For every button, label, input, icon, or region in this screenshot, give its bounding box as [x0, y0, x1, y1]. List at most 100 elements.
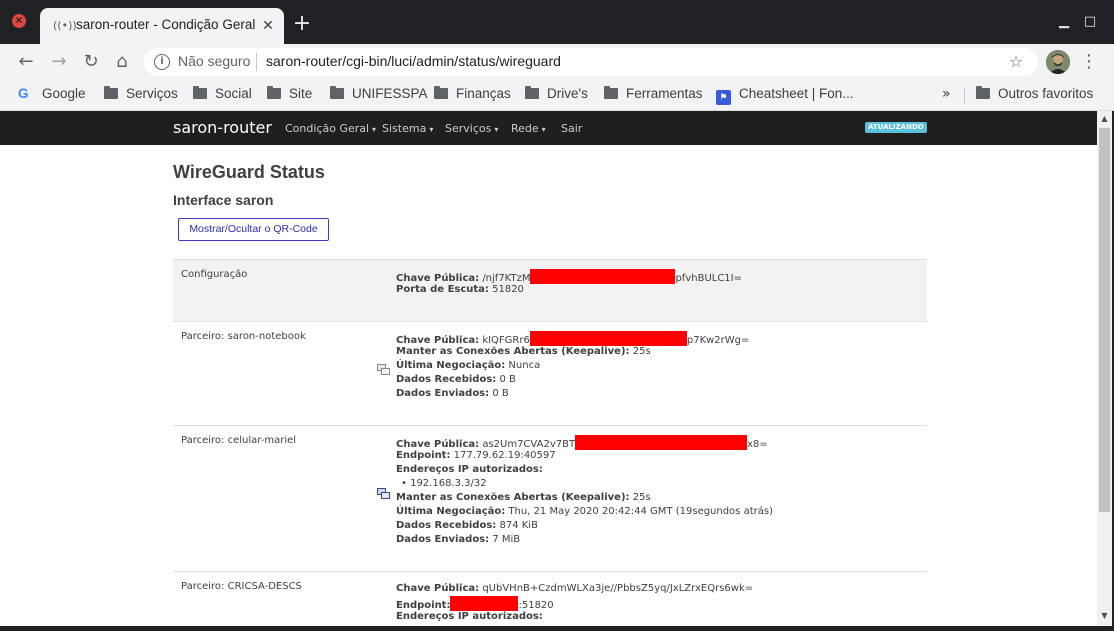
bookmark-label: Ferramentas	[626, 86, 703, 101]
allowed-ips-row: Endereços IP autorizados:	[396, 610, 543, 624]
nav-label: Sistema	[382, 122, 427, 135]
refresh-status-badge[interactable]: ATUALIZANDO	[865, 122, 927, 133]
tx-row: Dados Enviados: 0 B	[396, 387, 509, 401]
field-value: 874 KiB	[499, 520, 538, 531]
keepalive-row: Manter as Conexões Abertas (Keepalive): …	[396, 345, 651, 359]
bookmark-google[interactable]: G Google	[18, 86, 86, 104]
scroll-down-icon[interactable]: ▼	[1097, 610, 1112, 622]
brand-link[interactable]: saron-router	[173, 118, 272, 137]
bookmark-unifesspa[interactable]: UNIFESSPA	[330, 86, 428, 104]
page-viewport: saron-router Condição Geral ▾ Sistema ▾ Se…	[0, 111, 1097, 626]
field-value: 51820	[492, 284, 524, 295]
caret-down-icon: ▾	[494, 125, 499, 134]
bookmark-cheatsheet[interactable]: ⚑ Cheatsheet | Fon...	[716, 86, 854, 105]
nav-servicos[interactable]: Serviços ▾	[445, 122, 498, 135]
section-label: Configuração	[181, 269, 248, 280]
allowed-ip-item: • 192.168.3.3/32	[401, 478, 487, 489]
bookmark-drives[interactable]: Drive's	[525, 86, 588, 104]
bookmarks-separator	[964, 87, 965, 103]
bookmark-servicos[interactable]: Serviços	[104, 86, 178, 104]
bookmark-financas[interactable]: Finanças	[434, 86, 511, 104]
handshake-row: Última Negociação: Thu, 21 May 2020 20:4…	[396, 505, 773, 519]
url-separator	[256, 53, 257, 71]
field-value: Thu, 21 May 2020 20:42:44 GMT (19segundo…	[508, 506, 773, 517]
field-value: 192.168.3.3/32	[410, 478, 487, 489]
field-value: Nunca	[508, 360, 541, 371]
bookmark-star-icon[interactable]: ☆	[1006, 51, 1026, 73]
field-value: 0 B	[492, 388, 509, 399]
bookmark-label: UNIFESSPA	[352, 86, 428, 101]
info-icon[interactable]: i	[154, 54, 170, 70]
endpoint-row: Endpoint: 177.79.62.19:40597	[396, 449, 556, 463]
interface-title: Interface saron	[173, 192, 274, 208]
other-bookmarks[interactable]: Outros favoritos	[976, 86, 1093, 104]
reload-icon[interactable]: ↻	[80, 51, 102, 73]
field-label: Chave Pública:	[396, 583, 480, 594]
tab-close-icon[interactable]: ✕	[260, 17, 276, 35]
bookmark-label: Site	[289, 86, 313, 101]
luci-navbar: saron-router Condição Geral ▾ Sistema ▾ Se…	[0, 111, 1097, 145]
nav-label: Sair	[561, 122, 583, 135]
browser-tab[interactable]: ((•)) saron-router - Condição Geral - Lu…	[40, 8, 284, 44]
bookmark-label: Serviços	[126, 86, 178, 101]
field-value: 7 MiB	[492, 534, 521, 545]
address-bar[interactable]: i Não seguro saron-router/cgi-bin/luci/a…	[144, 48, 1038, 76]
bookmarks-bar: G Google Serviços Social Site UNIFESSPA F…	[0, 80, 1114, 111]
bookmark-label: Social	[215, 86, 252, 101]
section-label: Parceiro: celular-mariel	[181, 435, 297, 446]
caret-down-icon: ▾	[429, 125, 434, 134]
window-close-icon[interactable]: ×	[12, 14, 26, 28]
folder-icon	[193, 86, 207, 99]
bookmark-label: Cheatsheet | Fon...	[739, 86, 854, 101]
public-key-row: Chave Pública: qUbVHnB+CzdmWLXa3je//Pbbs…	[396, 582, 753, 596]
handshake-row: Última Negociação: Nunca	[396, 359, 540, 373]
security-status[interactable]: Não seguro	[178, 53, 250, 69]
field-value: 25s	[632, 492, 651, 503]
bookmarks-overflow-button[interactable]: »	[942, 86, 958, 104]
bookmark-social[interactable]: Social	[193, 86, 252, 104]
redaction-block	[450, 596, 519, 611]
field-label: Endereços IP autorizados:	[396, 611, 543, 622]
field-label: Dados Enviados:	[396, 534, 490, 545]
rx-row: Dados Recebidos: 874 KiB	[396, 519, 538, 533]
forward-icon[interactable]: →	[48, 51, 70, 73]
redaction-block	[530, 269, 676, 284]
nav-condicao-geral[interactable]: Condição Geral ▾	[285, 122, 376, 135]
peer-status-icon	[377, 360, 390, 375]
keepalive-row: Manter as Conexões Abertas (Keepalive): …	[396, 491, 651, 505]
folder-icon	[267, 86, 281, 99]
folder-icon	[434, 86, 448, 99]
bookmark-label: Outros favoritos	[998, 86, 1094, 101]
minimize-icon[interactable]: ▁	[1056, 12, 1072, 32]
back-icon[interactable]: ←	[15, 51, 37, 73]
peer-status-icon	[377, 484, 390, 499]
bookmark-site[interactable]: Site	[267, 86, 312, 104]
field-label: Porta de Escuta:	[396, 284, 489, 295]
field-value: p7Kw2rWg=	[686, 335, 750, 346]
peer-section: Parceiro: celular-mariel Chave Pública: …	[173, 425, 927, 572]
nav-sair[interactable]: Sair	[561, 122, 582, 135]
scrollbar-thumb[interactable]	[1099, 128, 1110, 512]
browser-toolbar: ← → ↻ ⌂ i Não seguro saron-router/cgi-bi…	[0, 44, 1114, 80]
field-value: 0 B	[499, 374, 516, 385]
nav-sistema[interactable]: Sistema ▾	[382, 122, 433, 135]
field-value: 177.79.62.19:40597	[453, 450, 556, 461]
profile-avatar[interactable]	[1046, 50, 1070, 74]
bookmark-label: Google	[42, 86, 86, 101]
scroll-up-icon[interactable]: ▲	[1097, 113, 1112, 125]
nav-rede[interactable]: Rede ▾	[511, 122, 546, 135]
nav-label: Serviços	[445, 122, 492, 135]
caret-down-icon: ▾	[541, 125, 546, 134]
toggle-qr-code-button[interactable]: Mostrar/Ocultar o QR-Code	[178, 218, 329, 241]
browser-menu-icon[interactable]: ⋮	[1080, 50, 1098, 74]
home-icon[interactable]: ⌂	[111, 51, 133, 73]
field-label: Última Negociação:	[396, 506, 506, 517]
url-text[interactable]: saron-router/cgi-bin/luci/admin/status/w…	[266, 53, 561, 69]
flag-icon: ⚑	[716, 90, 731, 105]
maximize-icon[interactable]: □	[1082, 12, 1098, 32]
new-tab-button[interactable]: +	[292, 12, 312, 36]
section-label: Parceiro: saron-notebook	[181, 331, 306, 342]
redaction-block	[529, 331, 687, 346]
peer-section: Parceiro: saron-notebook Chave Pública: …	[173, 321, 927, 426]
bookmark-ferramentas[interactable]: Ferramentas	[604, 86, 703, 104]
